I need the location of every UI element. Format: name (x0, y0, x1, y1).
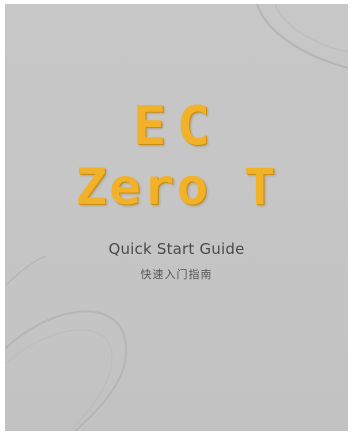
swirl-top-right (256, 4, 348, 69)
brand-title-ec: EC (132, 95, 221, 158)
subtitle-english: Quick Start Guide (108, 240, 245, 258)
swirl-top-right-inner (274, 4, 348, 53)
manual-cover: EC Zero T Quick Start Guide 快速入门指南 (5, 4, 348, 431)
subtitle-chinese: 快速入门指南 (140, 268, 213, 281)
brand-title-zero-t: Zero T (75, 158, 278, 216)
decorative-swirl (5, 4, 348, 431)
swirl-bottom-left-inner (5, 329, 113, 431)
swirl-bottom-left (5, 310, 128, 431)
